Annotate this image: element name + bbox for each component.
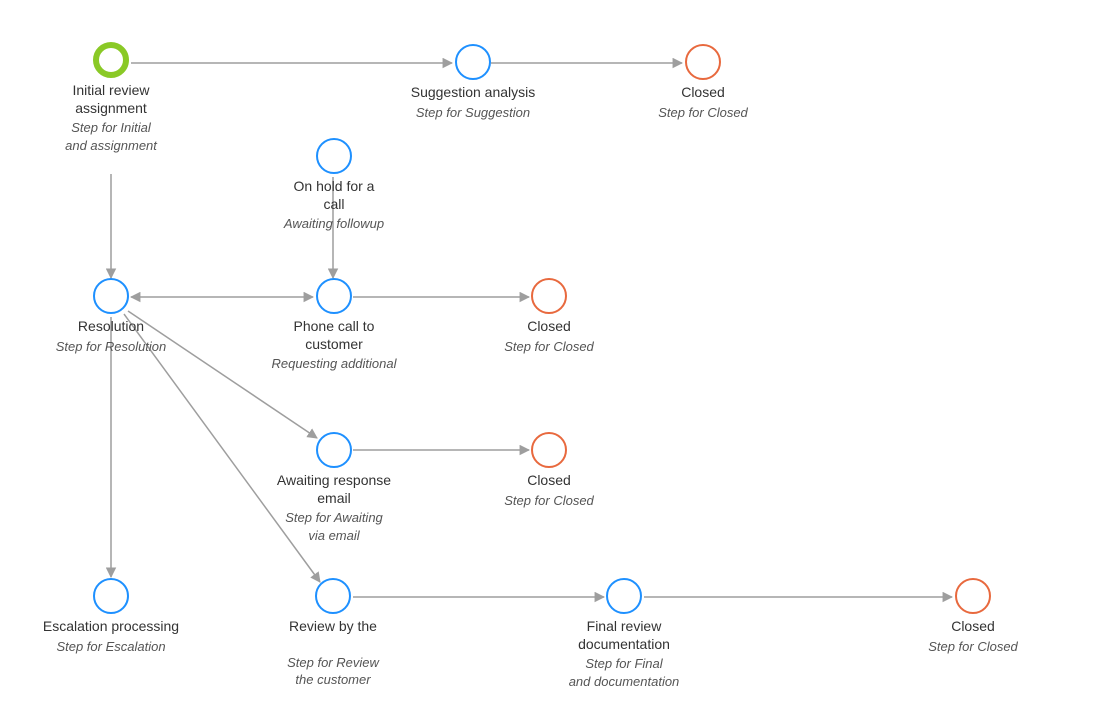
- node-label: Closed: [910, 618, 1036, 636]
- node-label: Initial review assignment: [50, 82, 172, 117]
- node-label: Resolution: [36, 318, 186, 336]
- node-on-hold[interactable]: On hold for a call Awaiting followup: [268, 138, 400, 233]
- state-circle: [93, 578, 129, 614]
- node-closed-2[interactable]: Closed Step for Closed: [486, 278, 612, 355]
- node-sublabel: Step for Closed: [486, 338, 612, 356]
- state-circle: [315, 578, 351, 614]
- node-sublabel: Step for Closed: [486, 492, 612, 510]
- node-sublabel: Step for Resolution: [36, 338, 186, 356]
- node-sublabel: Step for Review the customer: [268, 654, 398, 689]
- state-circle: [316, 138, 352, 174]
- node-label: Suggestion analysis: [398, 84, 548, 102]
- node-resolution[interactable]: Resolution Step for Resolution: [36, 278, 186, 355]
- node-suggestion-analysis[interactable]: Suggestion analysis Step for Suggestion: [398, 44, 548, 121]
- node-label: Review by the: [268, 618, 398, 636]
- node-closed-4[interactable]: Closed Step for Closed: [910, 578, 1036, 655]
- state-circle-closed: [685, 44, 721, 80]
- node-sublabel: Step for Closed: [910, 638, 1036, 656]
- node-sublabel: Step for Final and documentation: [548, 655, 700, 690]
- state-circle: [455, 44, 491, 80]
- node-label: Awaiting response email: [260, 472, 408, 507]
- node-label: Escalation processing: [28, 618, 194, 636]
- node-sublabel: Step for Closed: [640, 104, 766, 122]
- node-sublabel: Requesting additional: [256, 355, 412, 373]
- node-sublabel: Step for Initial and assignment: [50, 119, 172, 154]
- state-circle-start: [93, 42, 129, 78]
- node-label: Closed: [486, 472, 612, 490]
- node-label: Phone call to customer: [256, 318, 412, 353]
- node-sublabel: Step for Escalation: [28, 638, 194, 656]
- state-circle-closed: [531, 432, 567, 468]
- state-circle: [606, 578, 642, 614]
- state-circle: [316, 432, 352, 468]
- node-label: Closed: [486, 318, 612, 336]
- node-escalation[interactable]: Escalation processing Step for Escalatio…: [28, 578, 194, 655]
- state-circle-closed: [955, 578, 991, 614]
- node-final-review[interactable]: Final review documentation Step for Fina…: [548, 578, 700, 690]
- node-label: Closed: [640, 84, 766, 102]
- node-label: On hold for a call: [268, 178, 400, 213]
- state-circle: [93, 278, 129, 314]
- node-sublabel: Step for Suggestion: [398, 104, 548, 122]
- node-review-by[interactable]: Review by the Step for Review the custom…: [268, 578, 398, 689]
- node-label: Final review documentation: [548, 618, 700, 653]
- node-sublabel: Step for Awaiting via email: [260, 509, 408, 544]
- node-awaiting-response[interactable]: Awaiting response email Step for Awaitin…: [260, 432, 408, 544]
- state-circle-closed: [531, 278, 567, 314]
- node-sublabel: Awaiting followup: [268, 215, 400, 233]
- node-closed-3[interactable]: Closed Step for Closed: [486, 432, 612, 509]
- state-circle: [316, 278, 352, 314]
- node-initial-review[interactable]: Initial review assignment Step for Initi…: [50, 42, 172, 154]
- node-closed-1[interactable]: Closed Step for Closed: [640, 44, 766, 121]
- node-phone-call[interactable]: Phone call to customer Requesting additi…: [256, 278, 412, 373]
